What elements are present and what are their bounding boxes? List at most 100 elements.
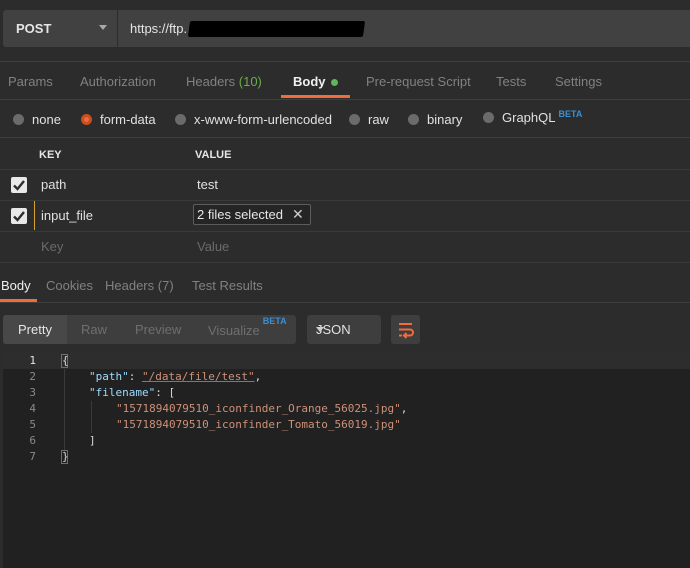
file-chip-label: 2 files selected: [197, 207, 283, 222]
radio-urlencoded-label: x-www-form-urlencoded: [194, 112, 332, 127]
tab-headers[interactable]: Headers (10): [186, 74, 262, 89]
code-line: "filename": [: [89, 386, 176, 399]
line-number: 3: [29, 386, 36, 399]
caret-down-icon: [99, 25, 107, 30]
radio-x-www-form-urlencoded[interactable]: x-www-form-urlencoded: [175, 112, 332, 127]
code-line: }: [62, 450, 69, 463]
divider: [0, 99, 690, 100]
line-number: 6: [29, 434, 36, 447]
checkbox-checked-icon[interactable]: [11, 177, 27, 193]
view-visualize[interactable]: VisualizeBETA: [208, 316, 287, 339]
radio-graphql-label: GraphQL: [502, 110, 556, 125]
tab-body[interactable]: Body: [293, 74, 338, 89]
url-text: https://ftp.: [130, 21, 188, 36]
table-row-placeholder: Key Value: [0, 231, 690, 263]
value-column-header: VALUE: [195, 149, 232, 161]
tab-pre-request-script[interactable]: Pre-request Script: [366, 74, 471, 89]
radio-binary-label: binary: [427, 112, 463, 127]
line-number: 5: [29, 418, 36, 431]
tab-response-headers[interactable]: Headers (7): [105, 278, 174, 293]
tab-cookies[interactable]: Cookies: [46, 278, 93, 293]
close-icon[interactable]: ✕: [292, 206, 304, 223]
indent-guide: [91, 401, 92, 433]
code-line: {: [62, 354, 69, 367]
json-key: "path": [89, 370, 129, 383]
file-chip[interactable]: 2 files selected ✕: [193, 204, 311, 225]
line-number: 2: [29, 370, 36, 383]
json-bracket: ]: [89, 434, 96, 447]
radio-binary[interactable]: binary: [408, 112, 462, 127]
tab-authorization[interactable]: Authorization: [80, 74, 156, 89]
url-input[interactable]: https://ftp.: [118, 10, 690, 47]
key-column-header: KEY: [39, 149, 62, 161]
tab-response-body[interactable]: Body: [1, 278, 31, 293]
table-row: path test: [0, 169, 690, 201]
beta-badge: BETA: [262, 316, 287, 326]
line-number: 4: [29, 402, 36, 415]
json-string: "1571894079510_iconfinder_Orange_56025.j…: [116, 402, 401, 415]
response-body-editor[interactable]: 1 2 3 4 5 6 7 { "path": "/data/file/test…: [3, 353, 690, 568]
radio-icon: [408, 114, 419, 125]
row-key-input-file[interactable]: input_file: [41, 208, 93, 223]
tab-tests[interactable]: Tests: [496, 74, 526, 89]
body-indicator-dot: [330, 79, 338, 87]
tab-settings[interactable]: Settings: [555, 74, 602, 89]
view-raw[interactable]: Raw: [81, 322, 107, 337]
table-row: input_file 2 files selected ✕: [0, 200, 690, 232]
redaction-mark: [187, 20, 366, 37]
tab-response-headers-label: Headers: [105, 278, 155, 293]
json-brace: {: [62, 354, 69, 367]
code-line: "path": "/data/file/test",: [89, 370, 262, 383]
json-string: "/data/file/test": [142, 370, 255, 383]
tab-body-label: Body: [293, 74, 326, 89]
view-visualize-label: Visualize: [208, 323, 260, 339]
line-number: 7: [29, 450, 36, 463]
divider: [0, 61, 690, 62]
radio-raw-label: raw: [368, 112, 389, 127]
value-placeholder[interactable]: Value: [197, 239, 229, 254]
beta-badge: BETA: [558, 108, 583, 119]
line-number: 1: [29, 354, 36, 367]
headers-count: (10): [238, 74, 262, 89]
indent-guide: [64, 369, 65, 453]
divider: [0, 302, 690, 303]
key-placeholder[interactable]: Key: [41, 239, 63, 254]
focus-indicator: [34, 201, 35, 230]
wrap-lines-button[interactable]: [391, 315, 420, 344]
url-bar: POST https://ftp.: [0, 0, 690, 57]
body-type-options: none form-data x-www-form-urlencoded raw…: [0, 102, 690, 137]
wrap-lines-icon: [399, 323, 414, 339]
method-select[interactable]: POST: [3, 10, 117, 47]
json-key: "filename": [89, 386, 156, 399]
checkbox-checked-icon[interactable]: [11, 208, 27, 224]
code-line: "1571894079510_iconfinder_Orange_56025.j…: [116, 402, 408, 415]
caret-down-icon: [316, 327, 324, 332]
row-key-path[interactable]: path: [41, 177, 66, 192]
radio-selected-icon: [81, 114, 92, 125]
view-pretty[interactable]: Pretty: [18, 322, 52, 337]
tab-test-results[interactable]: Test Results: [192, 278, 263, 293]
radio-icon: [175, 114, 186, 125]
json-brace: }: [62, 450, 69, 463]
radio-graphql[interactable]: GraphQL BETA: [483, 108, 583, 125]
view-preview[interactable]: Preview: [135, 322, 181, 337]
radio-form-data-label: form-data: [100, 112, 156, 127]
tab-headers-label: Headers: [186, 74, 236, 89]
active-line-highlight: [3, 353, 690, 369]
method-label: POST: [16, 21, 52, 36]
table-header-row: KEY VALUE: [0, 138, 690, 170]
radio-form-data[interactable]: form-data: [81, 112, 156, 127]
code-line: ]: [89, 434, 96, 447]
radio-none-label: none: [32, 112, 61, 127]
tab-params[interactable]: Params: [8, 74, 53, 89]
radio-icon: [483, 112, 494, 123]
radio-none[interactable]: none: [13, 112, 61, 127]
response-headers-count: (7): [157, 278, 174, 293]
radio-raw[interactable]: raw: [349, 112, 389, 127]
json-string: "1571894079510_iconfinder_Tomato_56019.j…: [116, 418, 401, 431]
format-select[interactable]: JSON: [307, 315, 381, 344]
view-mode-group: Pretty Raw Preview VisualizeBETA: [3, 315, 296, 344]
response-tabs: Body Cookies Headers (7) Test Results: [0, 263, 690, 303]
radio-icon: [349, 114, 360, 125]
row-value-path[interactable]: test: [197, 177, 218, 192]
